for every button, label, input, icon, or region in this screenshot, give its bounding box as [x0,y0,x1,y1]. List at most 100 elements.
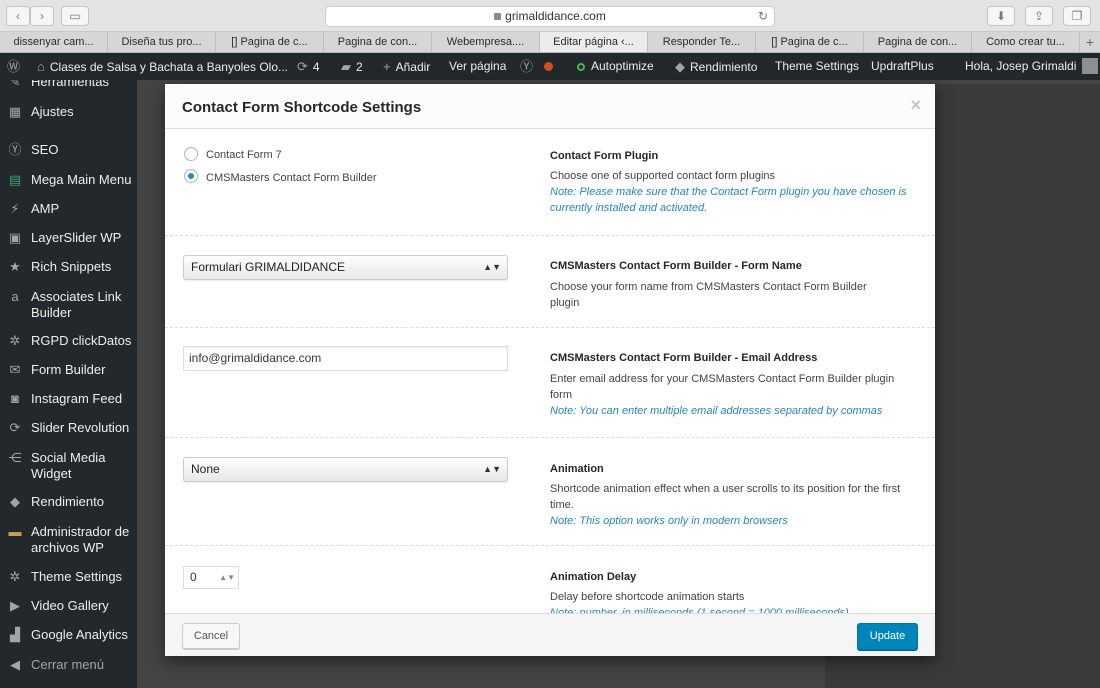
field-label: Animation Delay [550,571,637,583]
sidebar-toggle-button[interactable]: ▭ [61,6,89,26]
animation-row: None ▲▼ Animation Shortcode animation eff… [165,438,935,546]
sidebar-item-label: Rendimiento [31,494,104,509]
wp-admin-bar: Ⓦ ⌂ Clases de Salsa y Bachata a Banyoles … [0,53,1100,80]
sidebar-item-label: Administrador de archivos WP [31,524,130,555]
form-name-select[interactable]: Formulari GRIMALDIDANCE ▲▼ [183,255,508,280]
close-icon[interactable]: × [910,95,921,116]
cancel-button[interactable]: Cancel [182,623,240,649]
star-icon: ★ [9,259,21,274]
field-label: CMSMasters Contact Form Builder - Form N… [550,260,802,272]
account-link[interactable]: Hola, Josep Grimaldi [965,53,1099,80]
sidebar-item[interactable]: ▦ Ajustes [0,104,137,120]
share-button[interactable]: ⇪ [1025,6,1053,26]
animation-delay-row: 0 ▲▼ Animation Delay Delay before shortco… [165,546,935,613]
browser-tab[interactable]: Webempresa.... [432,32,540,52]
sidebar-item-label: Cerrar menú [31,657,104,672]
tabs-overview-button[interactable]: ❐ [1063,6,1091,26]
folder-icon: ▬ [8,524,22,539]
sidebar-item-label: Mega Main Menu [31,172,132,187]
downloads-button[interactable]: ⬇ [987,6,1015,26]
stepper-icon[interactable]: ▲▼ [219,567,235,588]
browser-tab[interactable]: Pagina de con... [324,32,432,52]
updates-link[interactable]: ⟳ 4 [297,53,320,80]
back-button[interactable]: ‹ [6,6,30,26]
sidebar-item[interactable]: ▬ Administrador de archivos WP [0,524,137,556]
select-arrows-icon: ▲▼ [483,464,501,474]
forward-button[interactable]: › [30,6,54,26]
chart-icon: ▟ [10,627,20,642]
modal-header: Contact Form Shortcode Settings × [165,84,935,129]
sidebar-item[interactable]: ▶ Video Gallery [0,598,137,614]
view-page-link[interactable]: Ver página [449,53,506,80]
reload-icon[interactable]: ↻ [758,7,768,26]
sidebar-item[interactable]: ▟ Google Analytics [0,627,137,643]
autoptimize-link[interactable]: Autoptimize [577,53,654,80]
sidebar-item-label: Slider Revolution [31,420,130,435]
browser-tab[interactable]: [] Pagina de c... [216,32,324,52]
gear-icon: ✲ [9,569,21,584]
field-label: Animation [550,463,604,475]
status-icon [577,63,585,71]
sidebar-item[interactable]: ✉ Form Builder [0,362,137,378]
sidebar-item[interactable]: ✲ RGPD clickDatos [0,333,137,349]
cube-icon: ◆ [10,494,20,509]
video-icon: ▶ [10,598,20,613]
browser-tab[interactable]: dissenyar cam... [0,32,108,52]
comment-icon: ▰ [341,59,351,74]
radio-contact-form-7[interactable] [184,147,198,161]
seo-score-icon[interactable] [544,53,553,80]
theme-settings-link[interactable]: Theme Settings [775,53,859,80]
avatar [1082,58,1099,74]
wordpress-logo-icon[interactable]: Ⓦ [7,53,20,80]
update-button[interactable]: Update [857,623,918,650]
yoast-icon[interactable]: Ⓨ [520,53,538,80]
new-tab-icon[interactable]: + [1080,32,1100,52]
radio-label[interactable]: Contact Form 7 [206,149,282,161]
radio-label[interactable]: CMSMasters Contact Form Builder [206,172,377,184]
animation-delay-input[interactable]: 0 ▲▼ [183,566,239,589]
cube-icon: ◆ [675,59,685,74]
sidebar-item-label: RGPD clickDatos [31,333,132,348]
browser-tab[interactable]: [] Pagina de c... [756,32,864,52]
browser-tab[interactable]: Diseña tus pro... [108,32,216,52]
field-note: Note: This option works only in modern b… [550,515,788,527]
email-field[interactable]: info@grimaldidance.com [183,346,508,371]
tab-strip: dissenyar cam... Diseña tus pro...[] Pagi… [0,32,1100,53]
browser-tab[interactable]: Responder Te... [648,32,756,52]
sidebar-item[interactable]: ★ Rich Snippets [0,259,137,275]
field-description: Enter email address for your CMSMasters … [550,373,895,401]
sidebar-item[interactable]: ◀ Cerrar menú [0,657,137,673]
browser-tab[interactable]: Como crear tu... [972,32,1080,52]
refresh-icon: ⟳ [9,420,21,435]
sidebar-item[interactable]: ✲ Theme Settings [0,569,137,585]
wrench-icon: ✎ [9,80,21,89]
animation-select[interactable]: None ▲▼ [183,457,508,482]
sidebar-item[interactable]: ⚡ AMP [0,201,137,217]
updraftplus-link[interactable]: UpdraftPlus [871,53,934,80]
sidebar-item-label: SEO [31,142,59,157]
modal-title: Contact Form Shortcode Settings [182,99,422,116]
site-name-link[interactable]: ⌂ Clases de Salsa y Bachata a Banyoles Ol… [37,53,288,80]
field-label: Contact Form Plugin [550,150,659,162]
sidebar-item-label: Social Media Widget [31,450,106,481]
sidebar-item[interactable]: ◙ Instagram Feed [0,391,137,407]
sidebar-item[interactable]: ▣ LayerSlider WP [0,230,137,246]
address-bar[interactable]: grimaldidance.com ↻ [325,6,775,27]
browser-tab[interactable]: Editar página ‹... [540,32,648,52]
sidebar-item[interactable]: ⋲ Social Media Widget [0,450,137,482]
sidebar-item[interactable]: a Associates Link Builder [0,289,137,321]
gear-icon: ✲ [9,333,21,348]
sidebar-item[interactable]: ✎ Herramientas [0,80,137,90]
sidebar-item[interactable]: ▤ Mega Main Menu [0,172,137,188]
sidebar-item[interactable]: Ⓨ SEO [0,142,137,158]
sidebar-item[interactable]: ⟳ Slider Revolution [0,420,137,436]
sidebar-item-label: Form Builder [31,362,106,377]
sidebar-item[interactable]: ◆ Rendimiento [0,494,137,510]
sidebar-item-label: Google Analytics [31,627,128,642]
new-content-link[interactable]: + Añadir [383,53,430,80]
comments-link[interactable]: ▰ 2 [341,53,363,80]
radio-cmsmasters[interactable] [184,169,198,183]
browser-tab[interactable]: Pagina de con... [864,32,972,52]
plus-icon: + [383,59,391,74]
rendimiento-link[interactable]: ◆ Rendimiento [675,53,757,80]
